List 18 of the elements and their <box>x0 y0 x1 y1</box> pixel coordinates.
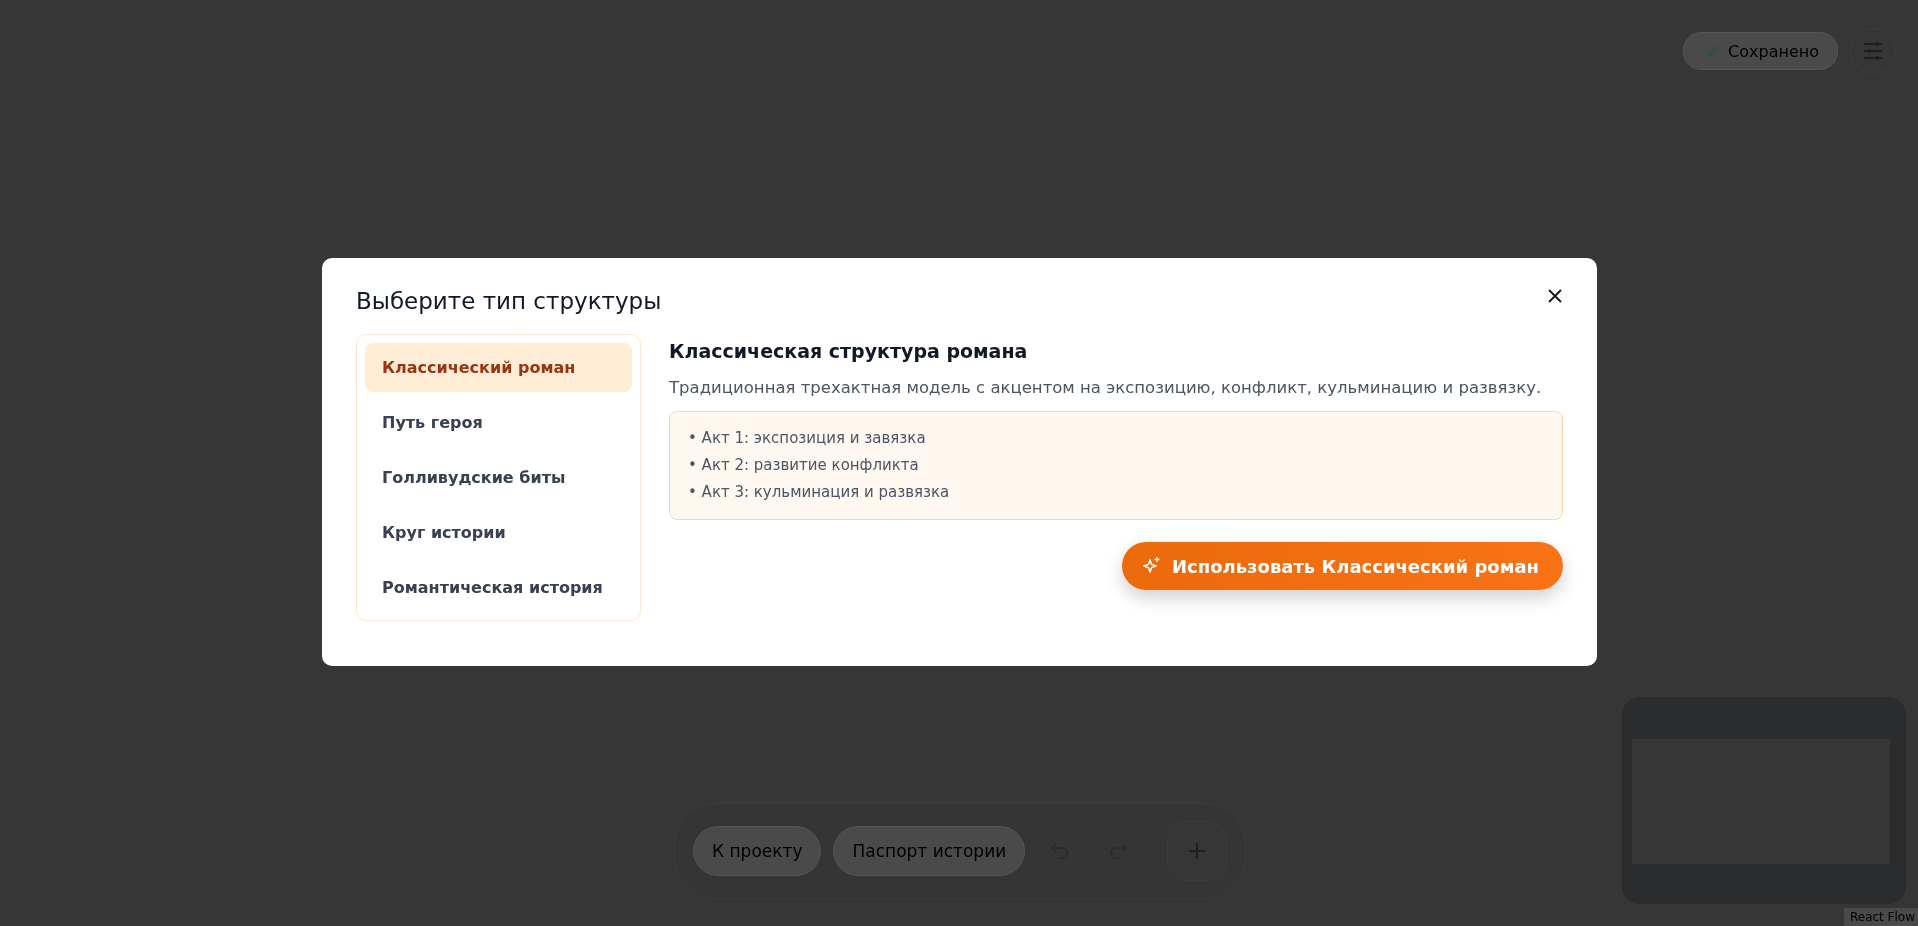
structure-type-item[interactable]: Голливудские биты <box>365 453 632 502</box>
sparkle-icon <box>1141 556 1162 576</box>
structure-type-item[interactable]: Круг истории <box>365 508 632 557</box>
structure-description: Традиционная трехактная модель с акцентом на экспозицию, конфликт, кульминацию и развязку. <box>669 378 1543 397</box>
sliders-icon <box>1863 42 1883 60</box>
structure-type-item[interactable]: Классический роман <box>365 343 632 392</box>
act-item: • Акт 2: развитие конфликта <box>688 455 920 476</box>
plus-icon <box>1188 842 1206 860</box>
saved-label: Сохранено <box>1728 41 1819 61</box>
act-item: • Акт 1: экспозиция и завязка <box>688 428 927 449</box>
check-icon <box>1704 44 1721 58</box>
add-button[interactable] <box>1167 821 1227 881</box>
dialog-title: Выберите тип структуры <box>356 288 662 314</box>
act-item: • Акт 3: кульминация и развязка <box>688 482 951 503</box>
structure-type-item[interactable]: Путь героя <box>365 398 632 447</box>
structure-type-item[interactable]: Романтическая история <box>365 563 632 612</box>
close-icon <box>1548 289 1562 303</box>
structure-heading: Классическая структура романа <box>669 340 1029 362</box>
